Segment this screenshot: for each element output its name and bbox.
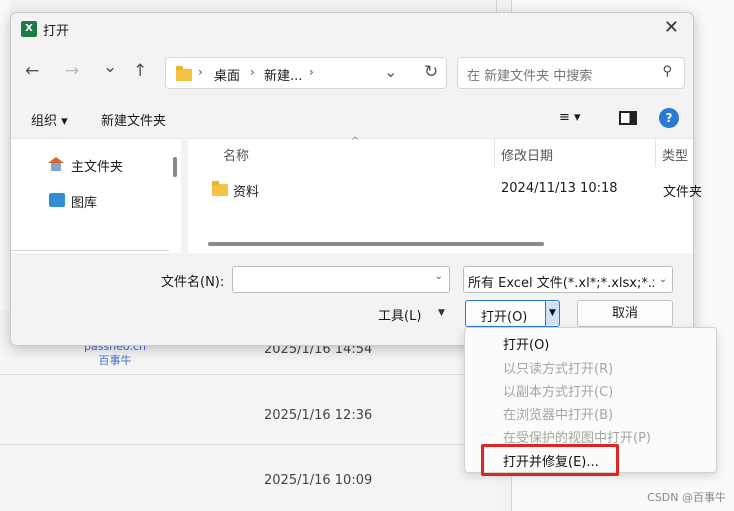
search-placeholder: 在 新建文件夹 中搜索 [467, 69, 593, 84]
excel-icon: X [21, 21, 37, 37]
column-divider [655, 139, 656, 167]
open-file-dialog: X 打开 ✕ ← → ⌄ ↑ › 桌面 › 新建... › ⌄ ↻ 在 新建文件… [10, 12, 702, 346]
forward-arrow-icon[interactable]: → [65, 61, 79, 81]
filetype-value: 所有 Excel 文件(*.xl*;*.xlsx;*.xlsm [468, 276, 673, 291]
breadcrumb-separator: › [198, 65, 203, 79]
sort-ascending-icon: ^ [351, 136, 360, 147]
file-type: 文件夹 [663, 185, 703, 200]
new-folder-button[interactable]: 新建文件夹 [101, 110, 166, 129]
tools-dropdown-icon[interactable]: ▼ [438, 308, 445, 318]
tools-menu-button[interactable]: 工具(L) [378, 305, 421, 324]
column-header-modified[interactable]: 修改日期 [501, 145, 553, 164]
open-dropdown-icon[interactable]: ▼ [546, 302, 559, 325]
file-list: ^ 名称 修改日期 类型 资料 2024/11/13 10:18 文件夹 [188, 136, 702, 253]
dialog-title: 打开 [43, 24, 70, 39]
column-header-type[interactable]: 类型 [662, 145, 688, 164]
background-row: 2025/1/16 10:09 [0, 445, 496, 510]
breadcrumb-separator: › [250, 65, 255, 79]
watermark-line: 百事牛 [98, 354, 132, 367]
dialog-body: 主文件夹 图库 ^ 名称 修改日期 类型 资料 2024/11/13 10:18… [11, 136, 702, 253]
home-icon [48, 157, 64, 171]
view-options-icon[interactable]: ≡ ▾ [559, 110, 581, 125]
column-header-name[interactable]: 名称 [223, 145, 249, 164]
credit-watermark: CSDN @百事牛 [647, 491, 726, 504]
dialog-toolbar: 组织 ▾ 新建文件夹 ≡ ▾ ? [11, 106, 693, 134]
close-icon[interactable]: ✕ [664, 17, 679, 38]
address-bar[interactable]: › 桌面 › 新建... › ⌄ ↻ [165, 57, 447, 89]
filetype-select[interactable]: 所有 Excel 文件(*.xl*;*.xlsx;*.xlsm ⌄ [463, 266, 673, 293]
file-name: 资料 [233, 185, 260, 200]
file-modified: 2024/11/13 10:18 [501, 181, 618, 196]
background-row: 2025/1/16 12:36 [0, 380, 496, 445]
background-date: 2025/1/16 10:09 [264, 473, 373, 488]
dialog-titlebar: X 打开 ✕ [11, 13, 693, 45]
chevron-down-icon[interactable]: ⌄ [435, 271, 443, 282]
divider [11, 250, 169, 251]
background-date: 2025/1/16 12:36 [264, 408, 373, 423]
chevron-down-icon[interactable]: ⌄ [654, 267, 672, 292]
file-row[interactable]: 资料 2024/11/13 10:18 文件夹 [188, 179, 702, 201]
up-arrow-icon[interactable]: ↑ [133, 61, 147, 81]
organize-button[interactable]: 组织 ▾ [31, 110, 68, 129]
menu-item-open-copy[interactable]: 以副本方式打开(C) [503, 381, 613, 400]
navigation-pane: 主文件夹 图库 [11, 138, 181, 253]
column-divider [494, 139, 495, 167]
highlight-annotation [481, 444, 619, 476]
search-icon: ⚲ [662, 64, 672, 79]
menu-item-open-in-browser[interactable]: 在浏览器中打开(B) [503, 404, 613, 423]
back-arrow-icon[interactable]: ← [25, 61, 39, 81]
sidebar-item-home[interactable]: 主文件夹 [71, 156, 123, 175]
folder-icon [212, 181, 228, 196]
navigation-scrollbar[interactable] [173, 157, 177, 177]
folder-icon [176, 66, 192, 81]
menu-item-open[interactable]: 打开(O) [503, 334, 549, 353]
breadcrumb-desktop[interactable]: 桌面 [214, 65, 240, 84]
sidebar-item-gallery[interactable]: 图库 [71, 192, 97, 211]
menu-item-open-readonly[interactable]: 以只读方式打开(R) [503, 358, 613, 377]
preview-pane-icon[interactable] [619, 111, 637, 125]
filename-input[interactable]: ⌄ [232, 266, 450, 293]
navigation-bar: ← → ⌄ ↑ › 桌面 › 新建... › ⌄ ↻ 在 新建文件夹 中搜索 ⚲ [11, 51, 693, 95]
recent-locations-icon[interactable]: ⌄ [103, 57, 117, 77]
breadcrumb-separator: › [309, 65, 314, 79]
horizontal-scrollbar[interactable] [208, 242, 544, 246]
cancel-button[interactable]: 取消 [577, 300, 673, 327]
help-icon[interactable]: ? [659, 108, 679, 128]
refresh-icon[interactable]: ↻ [424, 62, 438, 82]
breadcrumb-new-folder[interactable]: 新建... [264, 65, 302, 84]
address-dropdown-icon[interactable]: ⌄ [384, 62, 397, 81]
open-button-label: 打开(O) [481, 310, 528, 325]
search-input[interactable]: 在 新建文件夹 中搜索 ⚲ [457, 57, 685, 89]
gallery-icon [49, 193, 65, 207]
open-split-button[interactable]: 打开(O) ▼ [465, 300, 560, 327]
filename-label: 文件名(N): [161, 275, 225, 290]
